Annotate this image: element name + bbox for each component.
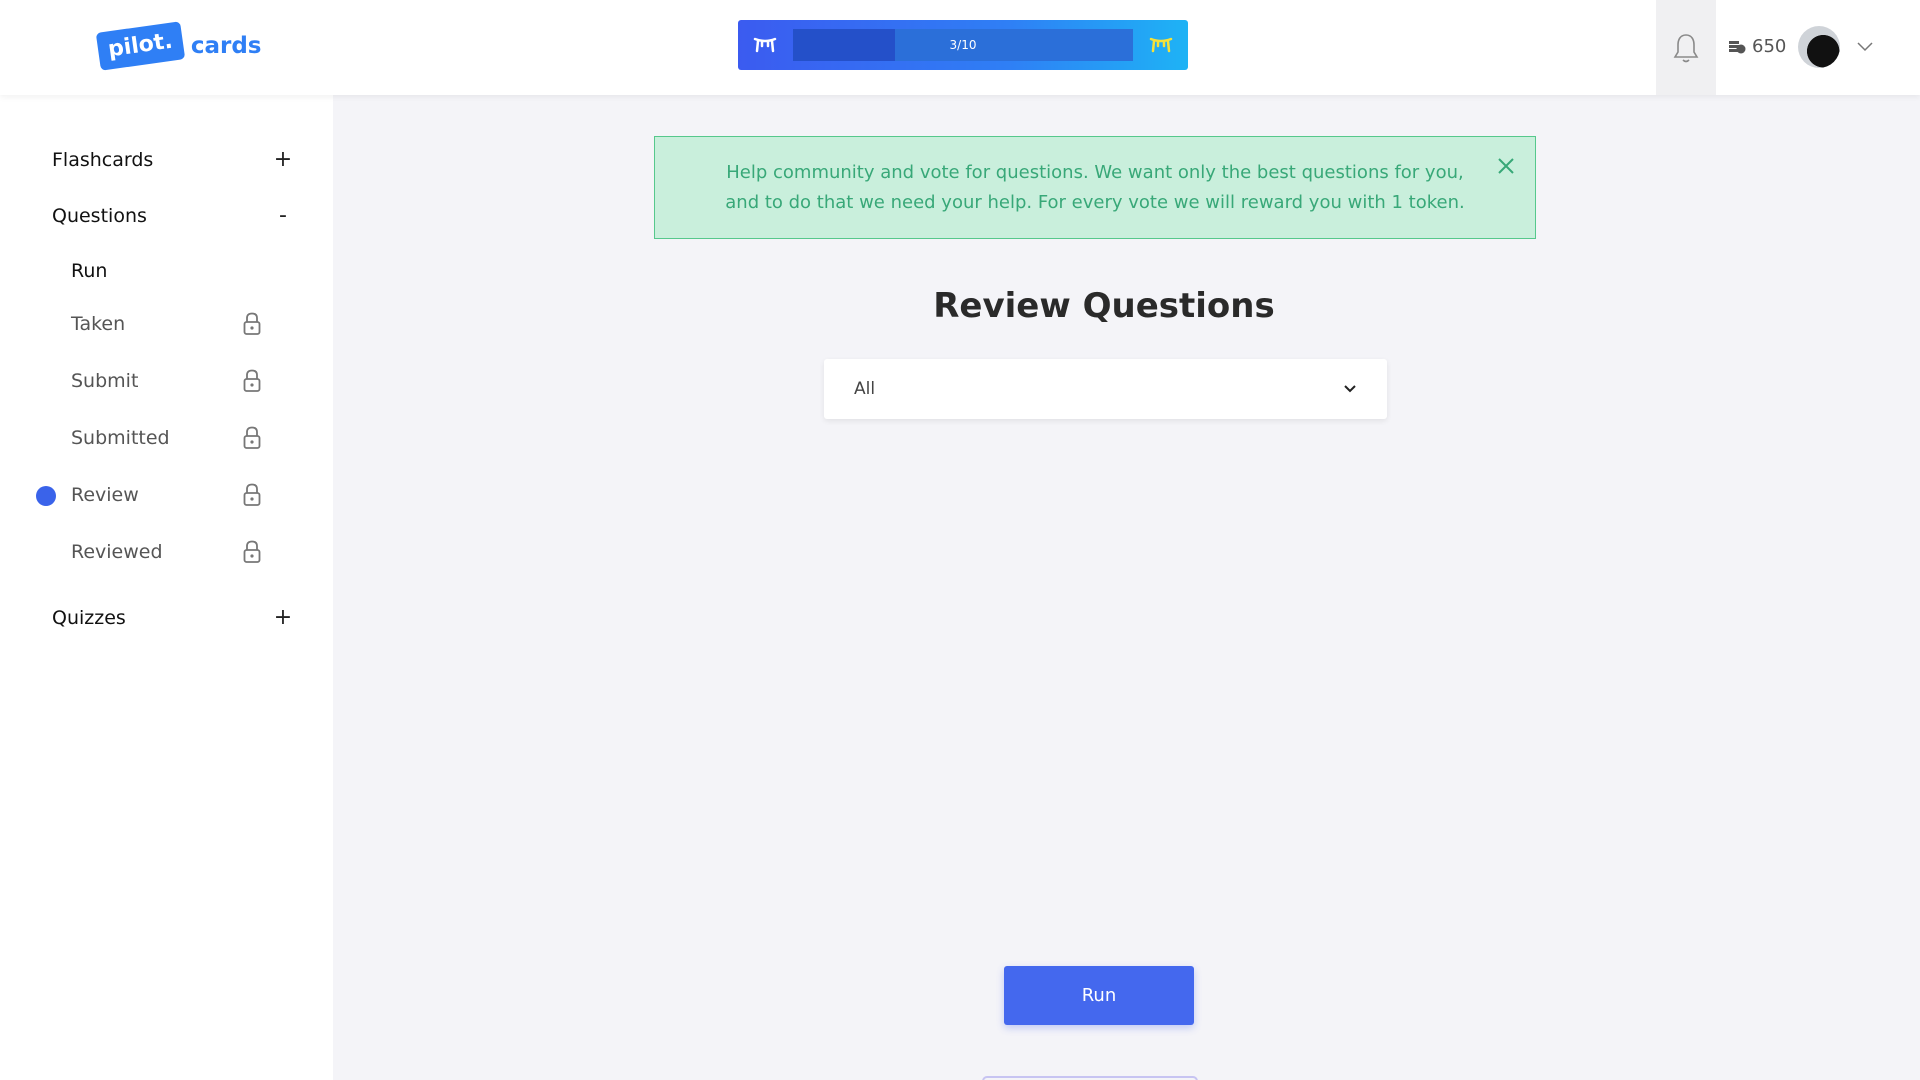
- expand-icon[interactable]: +: [273, 605, 293, 630]
- avatar[interactable]: [1798, 26, 1840, 68]
- sidebar-item-submit[interactable]: Submit: [71, 369, 261, 393]
- token-count: 650: [1752, 36, 1787, 57]
- chevron-down-icon[interactable]: [1856, 38, 1874, 57]
- sidebar-item-run[interactable]: Run: [71, 260, 261, 282]
- sidebar-item-label: Review: [71, 484, 139, 506]
- info-alert: Help community and vote for questions. W…: [654, 136, 1536, 239]
- sidebar-item-taken[interactable]: Taken: [71, 312, 261, 336]
- coins-icon: [1729, 40, 1746, 53]
- close-icon[interactable]: [1495, 155, 1517, 177]
- sidebar-item-reviewed[interactable]: Reviewed: [71, 540, 261, 564]
- goal-level-icon: [1146, 31, 1176, 59]
- section-label: Questions: [52, 204, 147, 227]
- bottom-button-edge[interactable]: [982, 1076, 1198, 1080]
- start-level-icon: [750, 31, 780, 59]
- run-button[interactable]: Run: [1004, 966, 1194, 1025]
- active-indicator: [36, 486, 56, 506]
- lock-icon: [243, 540, 261, 563]
- sidebar-item-label: Reviewed: [71, 541, 163, 563]
- sidebar-item-label: Taken: [71, 313, 126, 335]
- logo[interactable]: pilot. cards: [95, 20, 262, 72]
- lock-icon: [243, 369, 261, 392]
- top-header: pilot. cards 3/10 650: [0, 0, 1920, 95]
- sidebar-item-label: Submit: [71, 370, 139, 392]
- progress-banner: 3/10: [738, 20, 1188, 70]
- progress-label: 3/10: [949, 38, 977, 52]
- logo-text: cards: [190, 33, 262, 59]
- sidebar-section-quizzes[interactable]: Quizzes +: [52, 605, 293, 630]
- section-label: Quizzes: [52, 606, 126, 629]
- collapse-icon[interactable]: -: [273, 203, 293, 228]
- chevron-down-icon: [1344, 385, 1356, 393]
- expand-icon[interactable]: +: [273, 147, 293, 172]
- filter-select[interactable]: All: [824, 359, 1387, 419]
- progress-track: 3/10: [793, 29, 1133, 61]
- sidebar-item-label: Run: [71, 260, 108, 282]
- lock-icon: [243, 483, 261, 506]
- sidebar-item-review[interactable]: Review: [71, 483, 261, 507]
- sidebar-section-questions[interactable]: Questions -: [52, 203, 293, 228]
- bell-icon: [1673, 33, 1699, 62]
- sidebar-section-flashcards[interactable]: Flashcards +: [52, 147, 293, 172]
- alert-text: Help community and vote for questions. W…: [725, 161, 1465, 213]
- page-title: Review Questions: [933, 286, 1275, 326]
- logo-badge: pilot.: [95, 21, 186, 71]
- token-balance: 650: [1728, 36, 1786, 57]
- sidebar-item-submitted[interactable]: Submitted: [71, 426, 261, 450]
- lock-icon: [243, 312, 261, 335]
- notifications-button[interactable]: [1656, 0, 1716, 95]
- lock-icon: [243, 426, 261, 449]
- filter-value: All: [854, 379, 876, 399]
- section-label: Flashcards: [52, 148, 154, 171]
- sidebar: Flashcards + Questions - Run Taken Submi…: [0, 95, 333, 1080]
- sidebar-item-label: Submitted: [71, 427, 170, 449]
